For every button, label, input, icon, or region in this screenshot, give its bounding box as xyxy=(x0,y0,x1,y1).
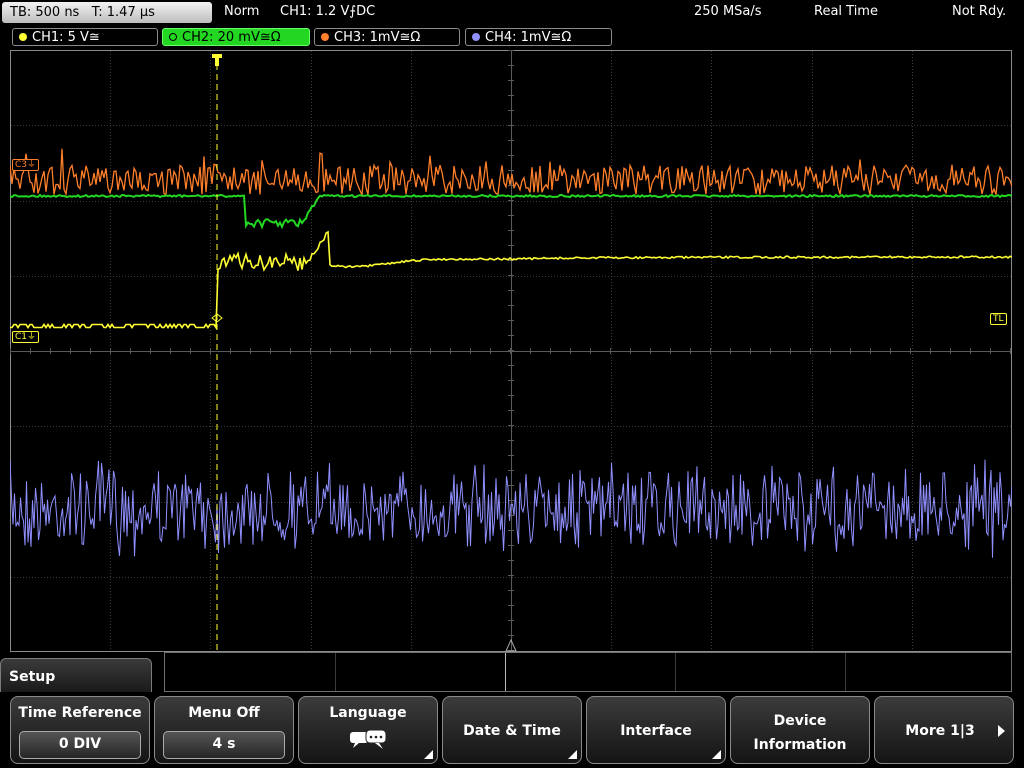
trigger-slope: ⨍DC xyxy=(349,4,376,19)
interface-label: Interface xyxy=(620,723,692,739)
channel-tab-ch4[interactable]: CH4: 1mV≅Ω xyxy=(465,28,612,46)
time-reference-button[interactable]: Time Reference 0 DIV xyxy=(10,696,150,764)
trigger-source[interactable]: CH1: 1.2 V⨍DC xyxy=(280,3,375,21)
ch1-color-dot xyxy=(19,33,27,41)
channel-tab-label: CH1: 5 V≅ xyxy=(32,30,100,45)
channel-tab-label: CH4: 1mV≅Ω xyxy=(485,30,572,45)
ch2-color-dot xyxy=(169,33,177,41)
channel-tab-ch2[interactable]: CH2: 20 mV≅Ω xyxy=(162,28,310,46)
sample-rate: 250 MSa/s xyxy=(694,4,762,19)
submenu-indicator-icon xyxy=(712,750,721,759)
submenu-indicator-icon xyxy=(568,750,577,759)
ch4-color-dot xyxy=(472,33,480,41)
acquisition-mode: Real Time xyxy=(814,4,878,19)
acquisition-status: Not Rdy. xyxy=(952,4,1007,19)
time-reference-label: Time Reference xyxy=(18,705,142,721)
menu-off-value: 4 s xyxy=(163,731,285,759)
date-time-label: Date & Time xyxy=(463,723,561,739)
overview-divider xyxy=(675,653,676,691)
channel-tab-ch3[interactable]: CH3: 1mV≅Ω xyxy=(314,28,460,46)
ch1-offset-marker[interactable]: C1⏚ xyxy=(12,331,40,343)
device-info-line2: Information xyxy=(753,737,847,753)
submenu-indicator-icon xyxy=(424,750,433,759)
timebase-readout: TB: 500 ns xyxy=(10,5,80,20)
device-info-line1: Device xyxy=(773,713,827,729)
timebase-box[interactable]: TB: 500 ns T: 1.47 µs xyxy=(2,2,212,23)
device-information-button[interactable]: Device Information xyxy=(730,696,870,764)
overview-center-line xyxy=(505,653,506,691)
next-page-icon xyxy=(998,725,1005,737)
zoom-overview-strip[interactable] xyxy=(164,652,1012,692)
channel-tab-label: CH2: 20 mV≅Ω xyxy=(182,30,281,45)
channel-tab-ch1[interactable]: CH1: 5 V≅ xyxy=(12,28,158,46)
more-label: More 1|3 xyxy=(905,723,975,739)
trigger-time-readout: T: 1.47 µs xyxy=(91,5,155,20)
time-reference-value: 0 DIV xyxy=(19,731,141,759)
overview-divider xyxy=(335,653,336,691)
speech-bubbles-icon xyxy=(350,729,387,749)
trigger-level-marker[interactable]: TL xyxy=(990,313,1007,325)
date-time-button[interactable]: Date & Time xyxy=(442,696,582,764)
more-button[interactable]: More 1|3 xyxy=(874,696,1014,764)
overview-divider xyxy=(845,653,846,691)
language-label: Language xyxy=(329,705,407,721)
menu-off-button[interactable]: Menu Off 4 s xyxy=(154,696,294,764)
ch3-color-dot xyxy=(321,33,329,41)
trigger-source-value: CH1: 1.2 V xyxy=(280,4,350,19)
channel-tab-label: CH3: 1mV≅Ω xyxy=(334,30,421,45)
menu-off-label: Menu Off xyxy=(188,705,260,721)
interface-button[interactable]: Interface xyxy=(586,696,726,764)
language-button[interactable]: Language xyxy=(298,696,438,764)
ch3-offset-marker[interactable]: C3⏚ xyxy=(12,159,40,171)
trigger-mode[interactable]: Norm xyxy=(224,3,259,21)
waveform-display[interactable] xyxy=(10,50,1012,652)
menu-title: Setup xyxy=(0,658,152,692)
